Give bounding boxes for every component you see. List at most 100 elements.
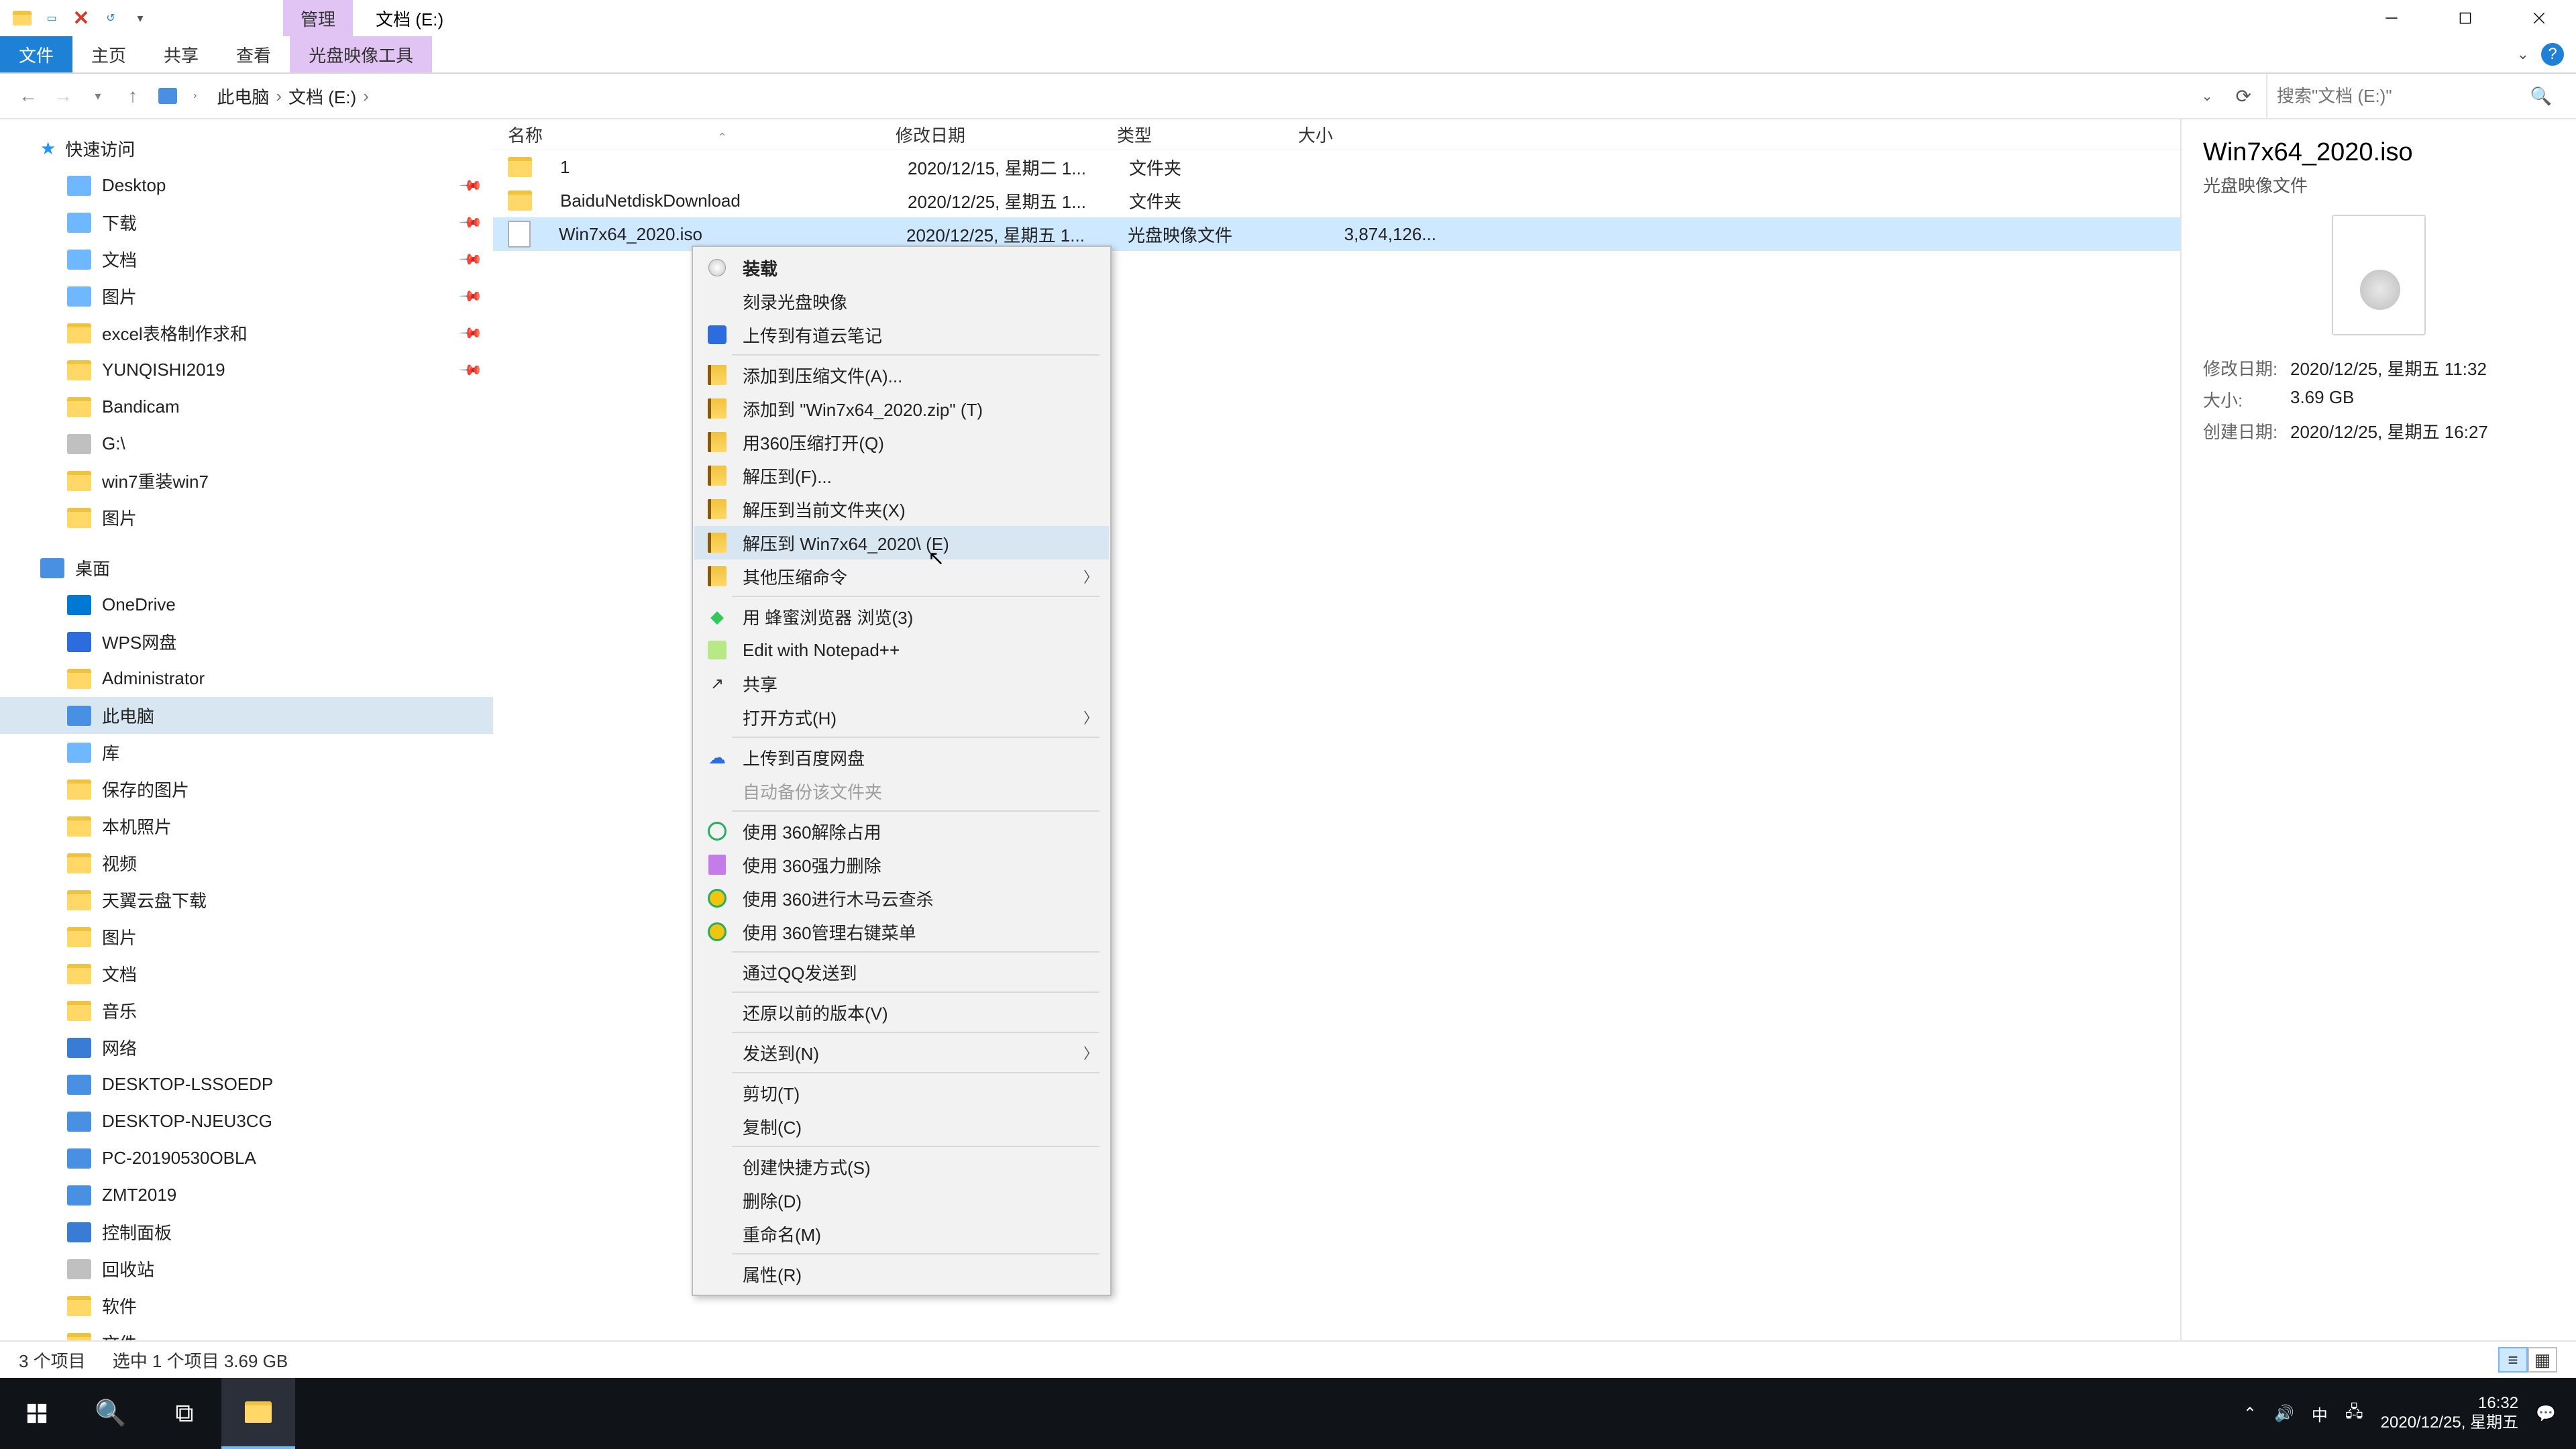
ctx-360-manage[interactable]: 使用 360管理右键菜单 [694,915,1109,949]
breadcrumb[interactable]: 此电脑 › 文档 (E:) › [217,84,372,109]
qat-undo-icon[interactable]: ↺ [101,8,121,28]
ctx-360-force-delete[interactable]: 使用 360强力删除 [694,848,1109,881]
address-dropdown-icon[interactable]: ⌄ [2194,88,2221,105]
tree-desktop[interactable]: 桌面 [0,549,493,586]
col-type[interactable]: 类型 [1117,122,1298,147]
tree-item[interactable]: 视频 [0,845,493,881]
task-view-button[interactable]: ⧉ [148,1378,221,1449]
tree-item[interactable]: 控制面板 [0,1214,493,1250]
tree-item[interactable]: 本机照片 [0,808,493,845]
crumb-chevron-icon[interactable]: › [272,86,286,107]
ctx-create-shortcut[interactable]: 创建快捷方式(S) [694,1150,1109,1183]
tree-item[interactable]: 保存的图片 [0,771,493,808]
search-button[interactable]: 🔍 [74,1378,148,1449]
ctx-burn[interactable]: 刻录光盘映像 [694,284,1109,318]
tree-item[interactable]: 图片📌 [0,278,493,315]
tree-item[interactable]: WPS网盘 [0,623,493,660]
tree-item[interactable]: 回收站 [0,1250,493,1287]
ribbon-tab-file[interactable]: 文件 [0,36,72,72]
tree-item[interactable]: 图片 [0,499,493,536]
ctx-browse-bee[interactable]: ◆用 蜂蜜浏览器 浏览(3) [694,600,1109,633]
close-button[interactable] [2502,0,2576,36]
ctx-open-with[interactable]: 打开方式(H)〉 [694,700,1109,734]
col-name[interactable]: 名称⌃ [493,122,896,147]
ctx-send-qq[interactable]: 通过QQ发送到 [694,955,1109,989]
ctx-share[interactable]: ↗共享 [694,667,1109,700]
ribbon-expand-icon[interactable]: ⌄ [2517,46,2529,63]
qat-dropdown-icon[interactable]: ▾ [130,8,150,28]
ctx-rename[interactable]: 重命名(M) [694,1217,1109,1250]
search-input[interactable] [2277,86,2530,107]
nav-back-button[interactable]: ← [15,83,42,109]
ctx-send-to[interactable]: 发送到(N)〉 [694,1036,1109,1069]
tray-chevron-icon[interactable]: ⌃ [2243,1404,2257,1424]
ribbon-tab-view[interactable]: 查看 [217,36,290,72]
tree-item[interactable]: 下载📌 [0,204,493,241]
ctx-mount[interactable]: 装载 [694,251,1109,284]
ctx-other-archive[interactable]: 其他压缩命令〉 [694,559,1109,593]
crumb-chevron-icon[interactable]: › [359,86,373,107]
ctx-open-360zip[interactable]: 用360压缩打开(Q) [694,425,1109,459]
ctx-extract-named[interactable]: 解压到 Win7x64_2020\ (E) [694,526,1109,559]
search-box[interactable]: 🔍 [2266,74,2561,118]
ctx-upload-youdao[interactable]: 上传到有道云笔记 [694,318,1109,352]
tree-item[interactable]: G:\ [0,425,493,462]
tree-libraries[interactable]: 库 [0,734,493,771]
nav-recent-dropdown[interactable]: ▾ [85,83,111,109]
clock[interactable]: 16:32 2020/12/25, 星期五 [2381,1394,2518,1433]
ctx-extract-here[interactable]: 解压到当前文件夹(X) [694,492,1109,526]
tree-item[interactable]: PC-20190530OBLA [0,1140,493,1177]
tree-item[interactable]: OneDrive [0,586,493,623]
refresh-button[interactable]: ⟳ [2229,85,2258,107]
file-row[interactable]: 1 2020/12/15, 星期二 1... 文件夹 [493,150,2180,184]
tree-item[interactable]: 图片 [0,918,493,955]
tree-item[interactable]: Desktop📌 [0,167,493,204]
volume-icon[interactable]: 🔊 [2274,1404,2294,1424]
tree-item[interactable]: excel表格制作求和📌 [0,315,493,352]
tree-item[interactable]: YUNQISHI2019📌 [0,352,493,388]
ime-indicator[interactable]: 中 [2312,1402,2328,1426]
view-icons-button[interactable]: ▦ [2528,1347,2557,1373]
tree-item[interactable]: Administrator [0,660,493,697]
crumb-chevron-icon[interactable]: › [189,90,201,102]
nav-up-button[interactable]: ↑ [119,83,146,109]
ctx-360-scan[interactable]: 使用 360进行木马云查杀 [694,881,1109,915]
crumb-root[interactable]: 此电脑 [217,84,269,109]
view-details-button[interactable]: ≡ [2498,1347,2528,1373]
tree-item[interactable]: 文档 [0,955,493,992]
tree-item[interactable]: 音乐 [0,992,493,1029]
tree-item[interactable]: ZMT2019 [0,1177,493,1214]
ctx-copy[interactable]: 复制(C) [694,1110,1109,1143]
help-icon[interactable]: ? [2541,43,2564,66]
ribbon-tab-disc-tools[interactable]: 光盘映像工具 [290,36,432,72]
ribbon-tab-home[interactable]: 主页 [72,36,145,72]
maximize-button[interactable] [2428,0,2502,36]
qat-properties-icon[interactable]: ▭ [42,8,62,28]
action-center-icon[interactable]: 💬 [2536,1404,2556,1424]
tree-item[interactable]: win7重装win7 [0,462,493,499]
tree-item[interactable]: 文件 [0,1324,493,1340]
ctx-360-unlock[interactable]: 使用 360解除占用 [694,814,1109,848]
tree-network[interactable]: 网络 [0,1029,493,1066]
tree-item[interactable]: 软件 [0,1287,493,1324]
ctx-extract-to[interactable]: 解压到(F)... [694,459,1109,492]
tree-this-pc[interactable]: 此电脑 [0,697,493,734]
network-tray-icon[interactable]: 🖧 [2345,1400,2363,1428]
ctx-restore-previous[interactable]: 还原以前的版本(V) [694,996,1109,1029]
ctx-add-zip[interactable]: 添加到 "Win7x64_2020.zip" (T) [694,392,1109,425]
file-row[interactable]: BaiduNetdiskDownload 2020/12/25, 星期五 1..… [493,184,2180,217]
explorer-taskbar-button[interactable] [221,1378,295,1449]
ctx-upload-baidu[interactable]: ☁上传到百度网盘 [694,741,1109,774]
tree-item[interactable]: DESKTOP-LSSOEDP [0,1066,493,1103]
col-size[interactable]: 大小 [1298,122,1439,147]
start-button[interactable] [0,1378,74,1449]
col-date[interactable]: 修改日期 [896,122,1117,147]
tree-item[interactable]: 文档📌 [0,241,493,278]
tree-item[interactable]: DESKTOP-NJEU3CG [0,1103,493,1140]
ctx-properties[interactable]: 属性(R) [694,1257,1109,1291]
ctx-cut[interactable]: 剪切(T) [694,1076,1109,1110]
search-icon[interactable]: 🔍 [2530,86,2552,107]
tree-item[interactable]: Bandicam [0,388,493,425]
ctx-edit-npp[interactable]: Edit with Notepad++ [694,633,1109,667]
tree-quick-access[interactable]: ★快速访问 [0,130,493,167]
